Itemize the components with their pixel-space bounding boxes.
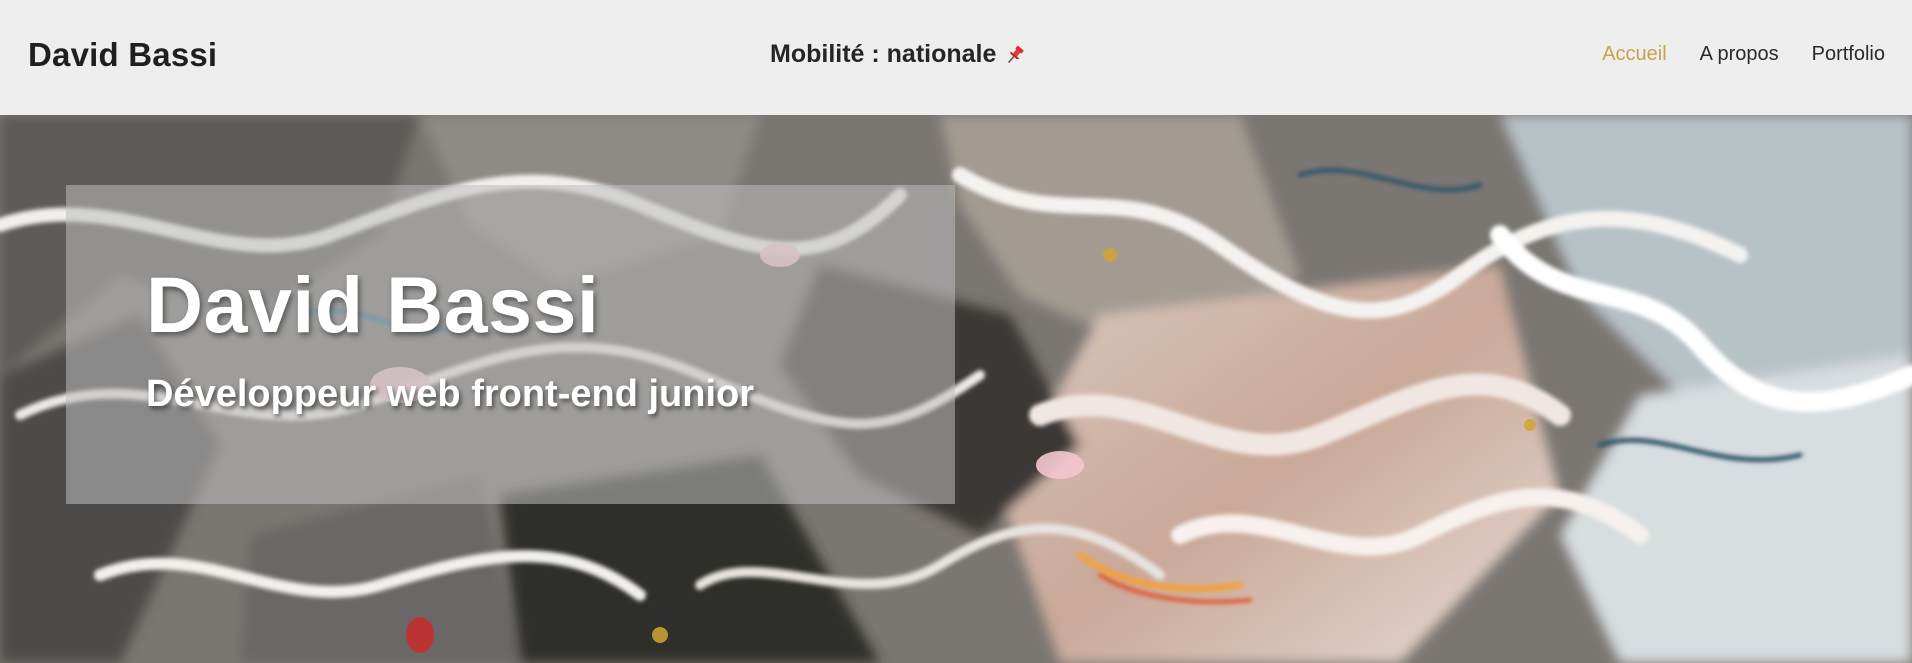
page: David Bassi Mobilité : nationale Accueil… [0,0,1912,663]
hero-title: David Bassi [146,260,600,349]
hero-subtitle: Développeur web front-end junior [146,373,755,415]
pushpin-icon [1004,44,1026,66]
main-nav: Accueil A propos Portfolio [1602,43,1885,66]
nav-link-portfolio[interactable]: Portfolio [1812,43,1885,66]
brand-logo[interactable]: David Bassi [28,36,217,74]
site-header: David Bassi Mobilité : nationale Accueil… [0,0,1912,115]
mobility-text: Mobilité : nationale [770,40,997,68]
nav-link-accueil[interactable]: Accueil [1602,43,1666,66]
mobility-info: Mobilité : nationale [770,40,1026,69]
nav-link-a-propos[interactable]: A propos [1700,43,1779,66]
